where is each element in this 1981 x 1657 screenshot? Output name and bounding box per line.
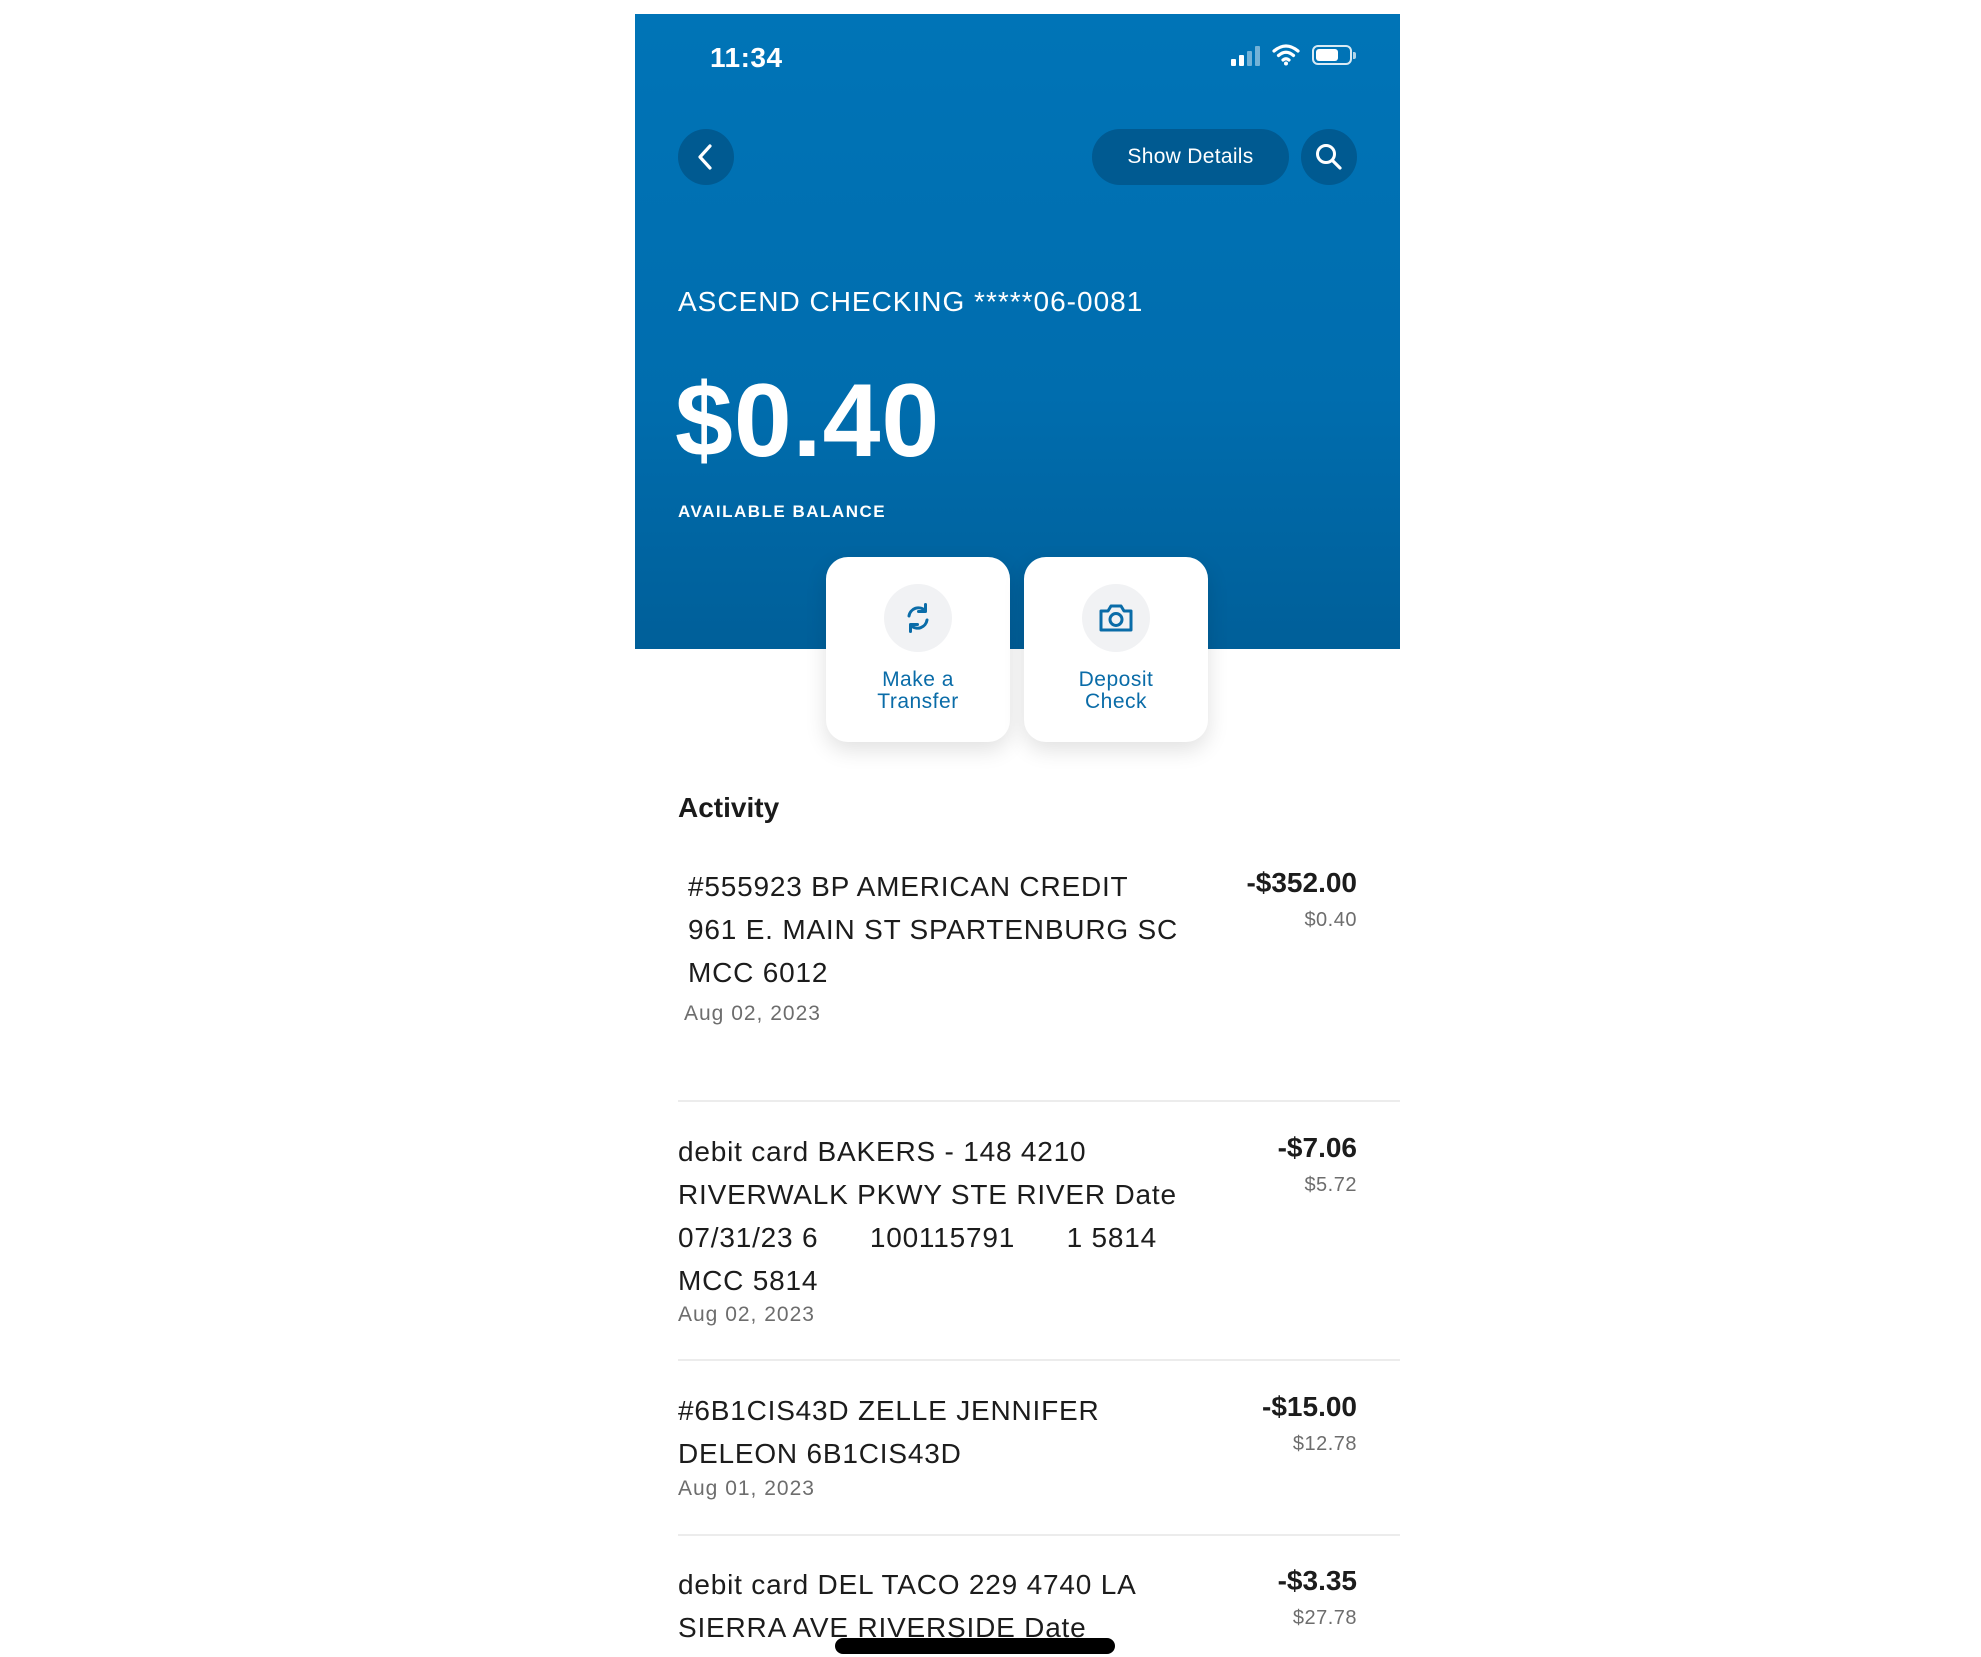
transaction-description: #555923 BP AMERICAN CREDIT 961 E. MAIN S… [688,871,1178,988]
deposit-check-label: Deposit Check [1078,668,1154,713]
transaction-amount: -$7.06 [1277,1132,1357,1163]
redaction-bar [835,1638,1115,1654]
transaction-date: Aug 02, 2023 [678,1303,815,1326]
account-header: 11:34 Show Details ASCEND CHECKING *****… [635,14,1400,649]
wifi-icon [1272,44,1300,66]
battery-icon [1312,45,1356,65]
deposit-check-button[interactable]: Deposit Check [1024,557,1208,742]
make-transfer-button[interactable]: Make a Transfer [826,557,1010,742]
show-details-button[interactable]: Show Details [1092,129,1289,185]
transaction-date: Aug 01, 2023 [678,1477,815,1500]
transaction-date: Aug 02, 2023 [684,1002,821,1025]
status-icons [1231,44,1356,66]
available-balance-label: AVAILABLE BALANCE [678,502,887,521]
transaction-amount: -$352.00 [1246,867,1357,898]
transaction-row[interactable]: #6B1CIS43D ZELLE JENNIFER DELEON 6B1CIS4… [678,1389,1400,1536]
transaction-description: #6B1CIS43D ZELLE JENNIFER DELEON 6B1CIS4… [678,1395,1100,1469]
transaction-row[interactable]: #555923 BP AMERICAN CREDIT 961 E. MAIN S… [678,865,1400,1102]
phone-screen: 11:34 Show Details ASCEND CHECKING *****… [635,14,1400,1657]
transaction-amount: -$3.35 [1277,1565,1357,1596]
transaction-description: debit card BAKERS - 148 4210 RIVERWALK P… [678,1136,1177,1296]
search-icon [1316,144,1342,170]
transaction-running-balance: $0.40 [1304,909,1357,931]
account-name: ASCEND CHECKING *****06-0081 [678,286,1144,317]
activity-heading: Activity [678,792,780,823]
transaction-row[interactable]: debit card BAKERS - 148 4210 RIVERWALK P… [678,1130,1400,1361]
transaction-running-balance: $12.78 [1292,1433,1357,1455]
transaction-running-balance: $5.72 [1304,1174,1357,1196]
available-balance-amount: $0.40 [675,363,941,479]
transaction-running-balance: $27.78 [1292,1607,1357,1629]
make-transfer-label: Make a Transfer [877,668,959,713]
status-time: 11:34 [710,42,783,73]
refresh-icon [884,584,952,652]
search-button[interactable] [1301,129,1357,185]
chevron-left-icon [698,144,712,170]
camera-icon [1082,584,1150,652]
transaction-amount: -$15.00 [1262,1391,1357,1422]
cellular-signal-icon [1231,44,1260,66]
back-button[interactable] [678,129,734,185]
